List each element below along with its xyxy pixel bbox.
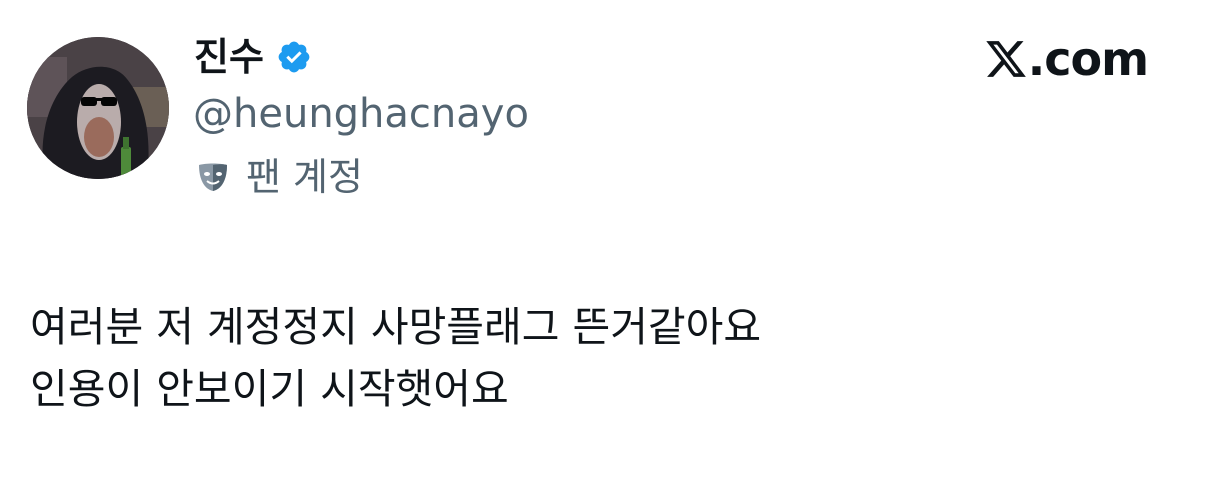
tweet-line: 여러분 저 계정정지 사망플래그 뜬거같아요 bbox=[30, 303, 762, 351]
account-label-row: 팬 계정 bbox=[196, 158, 363, 196]
avatar[interactable] bbox=[27, 37, 169, 179]
brand-domain: .com bbox=[984, 32, 1149, 86]
account-label: 팬 계정 bbox=[246, 155, 363, 199]
tweet-line: 인용이 안보이기 시작햇어요 bbox=[30, 365, 509, 413]
verified-badge-icon bbox=[276, 39, 312, 75]
display-name[interactable]: 진수 bbox=[194, 38, 264, 76]
user-handle[interactable]: @heunghacnayo bbox=[193, 94, 529, 134]
brand-text: .com bbox=[1027, 32, 1149, 86]
tweet-card: 진수 @heunghacnayo 팬 계정 .com 여러분 저 계정정지 사망… bbox=[0, 0, 1206, 485]
gorilla-avatar-icon bbox=[27, 37, 169, 179]
tweet-text: 여러분 저 계정정지 사망플래그 뜬거같아요 인용이 안보이기 시작햇어요 bbox=[30, 296, 1170, 420]
x-logo-icon bbox=[984, 37, 1028, 81]
theater-mask-icon bbox=[196, 161, 230, 193]
author-name-row: 진수 bbox=[194, 30, 312, 84]
